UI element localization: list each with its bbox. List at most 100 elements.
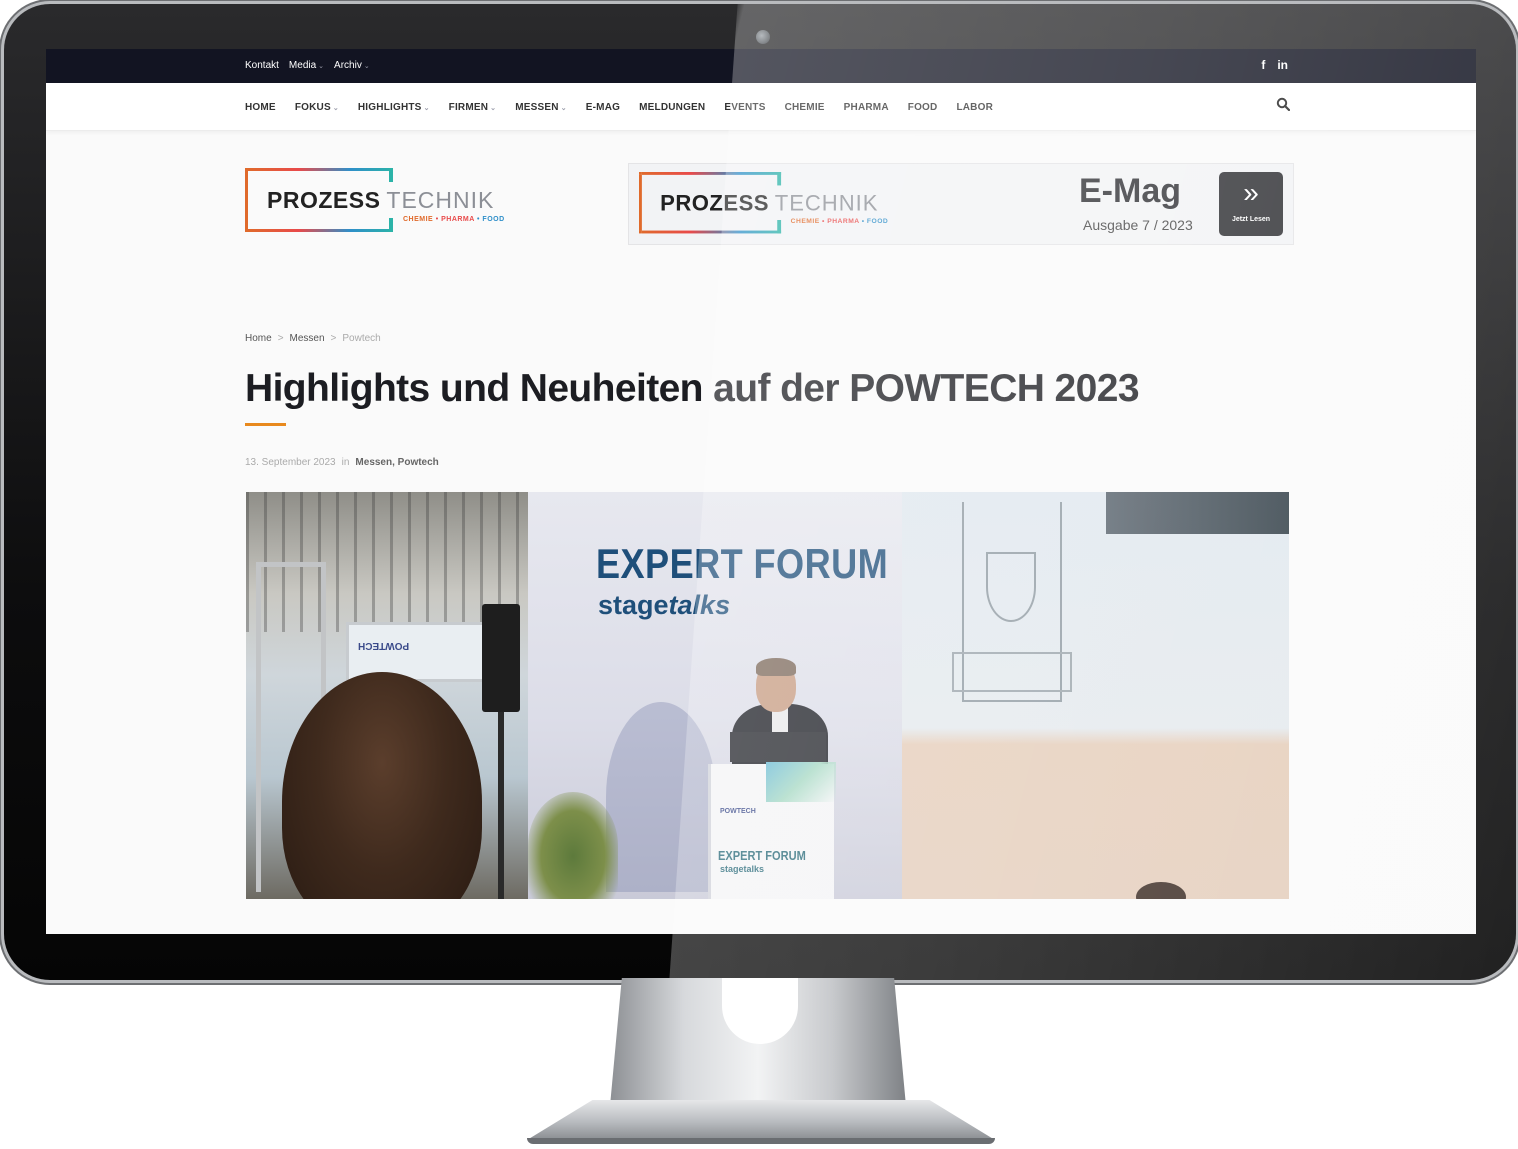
nav-item-pharma[interactable]: PHARMA (844, 102, 889, 113)
logo-frame-corner (389, 218, 393, 232)
photo-podium-subtitle: stagetalks (720, 864, 765, 874)
monitor-stand-base (527, 1100, 995, 1140)
nav-item-label: LABOR (956, 102, 994, 113)
browser-screen: Kontakt Media ⌄ Archiv ⌄ f in HOME FOKUS ⌄ … (46, 49, 1476, 934)
logo-tagline-pharma: PHARMA (441, 216, 475, 223)
photo-speaker-stand (498, 712, 504, 899)
nav-item-home[interactable]: HOME (245, 102, 276, 113)
read-now-label: Jetzt Lesen (1231, 216, 1271, 223)
logo-tagline-pharma: PHARMA (827, 218, 860, 225)
photo-forum-title: EXPERT FORUM (596, 540, 889, 587)
nav-item-highlights[interactable]: HIGHLIGHTS ⌄ (358, 102, 430, 113)
logo-word-technik: TECHNIK (386, 187, 495, 213)
nav-item-firmen[interactable]: FIRMEN ⌄ (449, 102, 497, 113)
photo-podium-logo: POWTECH (720, 808, 756, 815)
logo-tagline: CHEMIE • PHARMA • FOOD (791, 218, 889, 225)
logo-frame-corner (777, 220, 782, 234)
logo-wordmark: PROZESS TECHNIK (267, 187, 494, 214)
logo-frame-corner (389, 168, 393, 182)
logo-tagline-separator: • (477, 216, 480, 223)
nav-item-food[interactable]: FOOD (908, 102, 938, 113)
breadcrumb-separator: > (330, 333, 337, 344)
nav-item-label: FOOD (907, 102, 938, 113)
breadcrumb-messen[interactable]: Messen (290, 333, 325, 344)
chevron-down-icon: ⌄ (490, 105, 497, 112)
nav-item-emag[interactable]: E-MAG (586, 102, 620, 113)
logo-word-prozess: PROZESS (267, 187, 381, 213)
photo-projection-screen (902, 492, 1289, 899)
monitor-stand-edge (527, 1138, 995, 1144)
photo-presenter-hair (756, 658, 796, 676)
emag-banner[interactable]: PROZESS TECHNIK CHEMIE • PHARMA • FOOD E-… (628, 163, 1294, 245)
banner-logo: PROZESS TECHNIK CHEMIE • PHARMA • FOOD (639, 172, 908, 235)
logo-wordmark: PROZESS TECHNIK (660, 190, 878, 216)
top-link-label: Archiv (334, 60, 362, 71)
logo-tagline-food: FOOD (866, 218, 889, 225)
double-chevron-right-icon: » (1243, 177, 1259, 208)
photo-plant (528, 792, 618, 899)
article-in-label: in (341, 457, 350, 468)
monitor-bezel: Kontakt Media ⌄ Archiv ⌄ f in HOME FOKUS ⌄ … (4, 4, 1516, 980)
nav-item-label: PHARMA (843, 102, 889, 113)
read-now-button[interactable]: » Jetzt Lesen (1219, 172, 1283, 236)
banner-issue: Ausgabe 7 / 2023 (1083, 217, 1193, 233)
top-bar: Kontakt Media ⌄ Archiv ⌄ f in (46, 49, 1476, 83)
logo-tagline-separator: • (861, 218, 865, 225)
logo-tagline-food: FOOD (482, 216, 505, 223)
main-nav: HOME FOKUS ⌄ HIGHLIGHTS ⌄ FIRMEN ⌄ MESSEN ⌄ … (46, 83, 1476, 131)
nav-items: HOME FOKUS ⌄ HIGHLIGHTS ⌄ FIRMEN ⌄ MESSEN ⌄ … (245, 102, 993, 113)
top-link-label: Kontakt (245, 60, 279, 71)
logo-tagline-separator: • (435, 216, 439, 223)
linkedin-icon[interactable]: in (1277, 58, 1288, 72)
breadcrumb-current: Powtech (342, 333, 381, 344)
logo-word-technik: TECHNIK (774, 190, 879, 216)
logo-tagline-chemie: CHEMIE (403, 216, 434, 223)
nav-item-meldungen[interactable]: MELDUNGEN (639, 102, 705, 113)
nav-item-labor[interactable]: LABOR (956, 102, 993, 113)
photo-forum-subtitle: stagetalks (598, 590, 730, 621)
nav-item-label: MESSEN (515, 102, 559, 113)
nav-item-label: FIRMEN (448, 102, 489, 113)
photo-projected-hopper (986, 552, 1036, 622)
top-link-archiv[interactable]: Archiv ⌄ (334, 60, 370, 71)
top-bar-links: Kontakt Media ⌄ Archiv ⌄ (245, 60, 370, 71)
nav-item-label: EVENTS (724, 102, 766, 113)
nav-item-label: HIGHLIGHTS (357, 102, 422, 113)
breadcrumb-home[interactable]: Home (245, 333, 272, 344)
chevron-down-icon: ⌄ (332, 105, 339, 112)
photo-hall-equipment (1106, 492, 1289, 534)
nav-item-events[interactable]: EVENTS (724, 102, 765, 113)
nav-item-label: CHEMIE (784, 102, 825, 113)
article-title: Highlights und Neuheiten auf der POWTECH… (245, 367, 1140, 410)
photo-forum-subtitle-b: talks (668, 590, 731, 620)
breadcrumb: Home > Messen > Powtech (245, 333, 381, 344)
photo-speaker-shadow (606, 702, 716, 892)
logo-tagline-chemie: CHEMIE (790, 218, 820, 225)
nav-item-messen[interactable]: MESSEN ⌄ (515, 102, 567, 113)
facebook-icon[interactable]: f (1261, 58, 1265, 72)
chevron-down-icon: ⌄ (423, 105, 430, 112)
logo-tagline: CHEMIE • PHARMA • FOOD (403, 216, 505, 223)
nav-item-label: MELDUNGEN (639, 102, 706, 113)
search-icon[interactable] (1276, 97, 1290, 111)
chevron-down-icon: ⌄ (318, 63, 325, 70)
nav-item-fokus[interactable]: FOKUS ⌄ (295, 102, 339, 113)
webcam-icon (756, 30, 770, 44)
top-link-kontakt[interactable]: Kontakt (245, 60, 279, 71)
photo-podium-title: EXPERT FORUM (718, 848, 806, 863)
chevron-down-icon: ⌄ (363, 63, 370, 70)
nav-item-label: E-MAG (585, 102, 621, 113)
photo-laptop (730, 732, 826, 762)
chevron-down-icon: ⌄ (560, 105, 567, 112)
photo-forum-subtitle-a: stage (598, 590, 669, 620)
banner-emag-title: E-Mag (1079, 172, 1181, 210)
article-categories[interactable]: Messen, Powtech (355, 457, 438, 468)
nav-item-label: HOME (245, 102, 276, 113)
nav-item-chemie[interactable]: CHEMIE (785, 102, 825, 113)
top-link-media[interactable]: Media ⌄ (289, 60, 324, 71)
photo-projected-base (952, 652, 1072, 692)
nav-item-label: FOKUS (294, 102, 331, 113)
article-date: 13. September 2023 (245, 457, 336, 468)
logo-frame-corner (777, 172, 782, 186)
site-logo[interactable]: PROZESS TECHNIK CHEMIE • PHARMA • FOOD (245, 168, 525, 234)
